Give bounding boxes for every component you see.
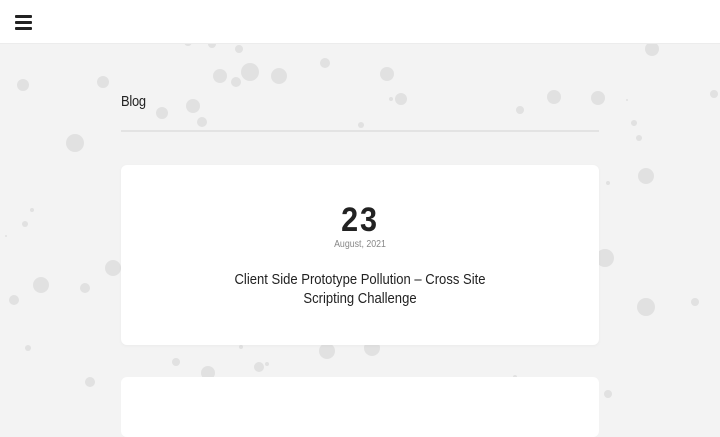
menu-bar-line (15, 15, 32, 18)
blog-post-card-next[interactable] (121, 377, 599, 437)
menu-bar-line (15, 21, 32, 24)
main-content: Blog 23 August, 2021 Client Side Prototy… (0, 0, 720, 437)
menu-bar-line (15, 27, 32, 30)
post-title-link[interactable]: Client Side Prototype Pollution – Cross … (217, 271, 503, 309)
post-day: 23 (341, 201, 379, 239)
post-date: August, 2021 (334, 239, 386, 250)
hamburger-menu-icon[interactable] (15, 14, 33, 30)
top-bar (0, 0, 720, 44)
blog-post-card[interactable]: 23 August, 2021 Client Side Prototype Po… (121, 165, 599, 345)
page-title: Blog (121, 93, 146, 110)
title-divider (121, 130, 599, 132)
